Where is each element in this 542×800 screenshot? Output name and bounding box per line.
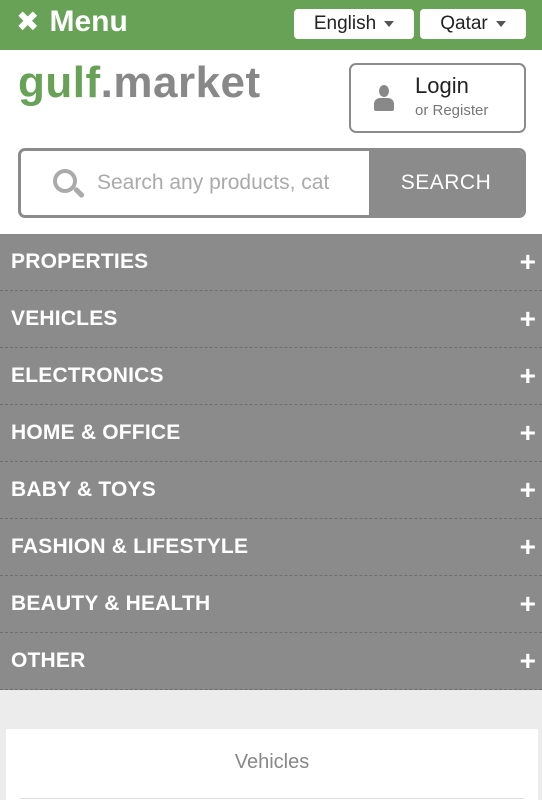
category-label: HOME & OFFICE <box>11 421 181 444</box>
category-item-electronics[interactable]: ELECTRONICS + <box>0 348 542 405</box>
section-title: Vehicles <box>234 751 310 773</box>
country-select[interactable]: Qatar <box>420 9 526 39</box>
category-label: OTHER <box>11 649 86 672</box>
user-icon <box>373 85 395 111</box>
top-bar: ✖ Menu English Qatar <box>0 0 542 50</box>
category-item-other[interactable]: OTHER + <box>0 633 542 690</box>
category-item-baby-toys[interactable]: BABY & TOYS + <box>0 462 542 519</box>
category-item-properties[interactable]: PROPERTIES + <box>0 234 542 291</box>
divider <box>20 798 524 799</box>
category-label: BEAUTY & HEALTH <box>11 592 211 615</box>
register-label: or Register <box>415 102 489 119</box>
plus-icon[interactable]: + <box>520 362 536 390</box>
plus-icon[interactable]: + <box>520 419 536 447</box>
category-label: PROPERTIES <box>11 250 149 273</box>
plus-icon[interactable]: + <box>520 476 536 504</box>
login-label: Login <box>415 73 469 98</box>
login-button[interactable]: Login or Register <box>349 63 526 133</box>
plus-icon[interactable]: + <box>520 590 536 618</box>
category-item-vehicles[interactable]: VEHICLES + <box>0 291 542 348</box>
category-label: FASHION & LIFESTYLE <box>11 535 249 558</box>
language-select[interactable]: English <box>294 9 414 39</box>
search-icon <box>53 169 86 201</box>
logo-part-market: .market <box>100 58 261 107</box>
section-card: Vehicles <box>6 729 538 800</box>
category-label: ELECTRONICS <box>11 364 164 387</box>
chevron-down-icon <box>384 21 395 27</box>
site-header: gulf.market Login or Register SEARCH <box>0 50 542 234</box>
category-item-fashion-lifestyle[interactable]: FASHION & LIFESTYLE + <box>0 519 542 576</box>
menu-close-button[interactable]: ✖ Menu <box>16 2 128 42</box>
search-bar: SEARCH <box>18 148 526 218</box>
category-label: BABY & TOYS <box>11 478 156 501</box>
menu-label: Menu <box>49 5 128 38</box>
language-value: English <box>313 13 377 34</box>
search-button[interactable]: SEARCH <box>369 151 523 215</box>
category-list: PROPERTIES + VEHICLES + ELECTRONICS + HO… <box>0 234 542 690</box>
logo-part-gulf: gulf <box>18 58 101 107</box>
category-label: VEHICLES <box>11 307 118 330</box>
close-icon: ✖ <box>16 6 40 37</box>
category-item-beauty-health[interactable]: BEAUTY & HEALTH + <box>0 576 542 633</box>
category-item-home-office[interactable]: HOME & OFFICE + <box>0 405 542 462</box>
site-logo[interactable]: gulf.market <box>18 58 261 108</box>
plus-icon[interactable]: + <box>520 647 536 675</box>
plus-icon[interactable]: + <box>520 248 536 276</box>
search-input[interactable] <box>97 161 369 205</box>
plus-icon[interactable]: + <box>520 533 536 561</box>
chevron-down-icon <box>495 21 506 27</box>
plus-icon[interactable]: + <box>520 305 536 333</box>
country-value: Qatar <box>440 13 488 34</box>
